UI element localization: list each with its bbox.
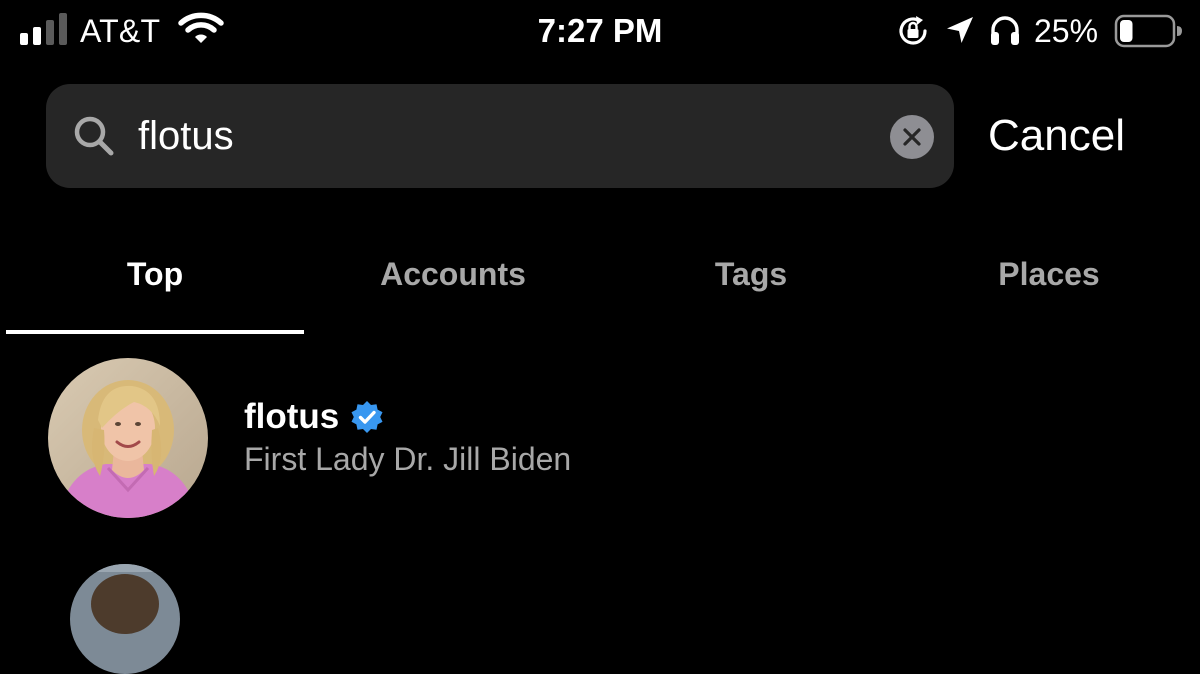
signal-icon (20, 13, 70, 45)
search-icon (74, 116, 114, 156)
wifi-icon (178, 12, 224, 43)
result-full-name: First Lady Dr. Jill Biden (244, 441, 572, 477)
search-input[interactable] (138, 106, 868, 166)
tab-accounts[interactable]: Accounts (304, 244, 602, 304)
clear-search-button[interactable] (890, 115, 934, 159)
location-arrow-icon (947, 17, 973, 43)
tab-tags[interactable]: Tags (602, 244, 900, 304)
clear-icon (903, 128, 921, 146)
headphones-icon (991, 16, 1019, 45)
cancel-button[interactable]: Cancel (988, 108, 1125, 164)
search-bar[interactable] (46, 84, 954, 188)
carrier-label: AT&T (80, 13, 161, 49)
active-tab-indicator (6, 330, 304, 334)
search-tabs: Top Accounts Tags Places (6, 244, 1200, 334)
next-result-avatar[interactable] (70, 564, 180, 674)
verified-badge-icon (351, 401, 383, 433)
avatar[interactable] (48, 358, 208, 518)
clock-time: 7:27 PM (537, 12, 663, 49)
tab-top[interactable]: Top (6, 244, 304, 304)
rotation-lock-icon (899, 16, 927, 45)
status-bar: AT&T 7:27 PM 25% (0, 0, 1200, 66)
battery-percent: 25% (1034, 13, 1099, 49)
search-result-row[interactable]: flotus First Lady Dr. Jill Biden (0, 350, 1200, 530)
result-username: flotus (244, 397, 340, 436)
tab-places[interactable]: Places (900, 244, 1198, 304)
battery-icon (1114, 14, 1182, 48)
